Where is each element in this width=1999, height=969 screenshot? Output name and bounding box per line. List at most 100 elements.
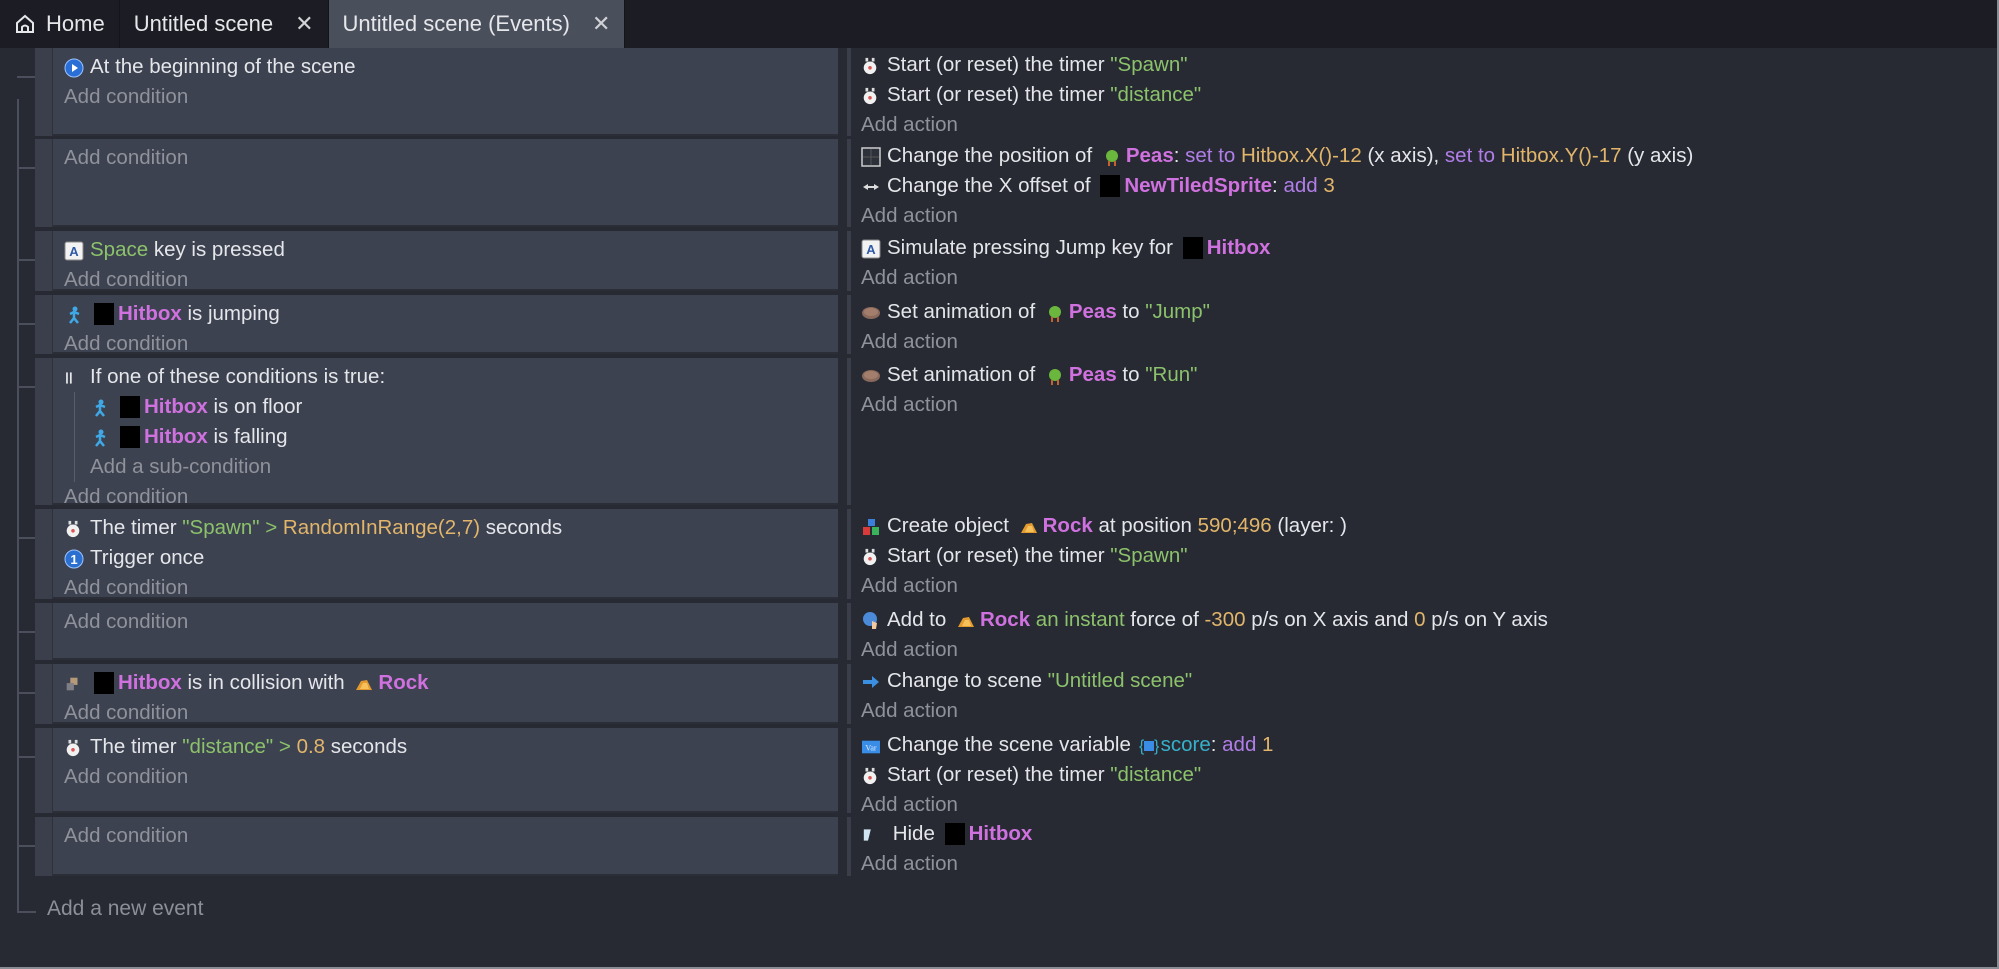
object-name[interactable]: Peas bbox=[1126, 141, 1174, 171]
action[interactable]: Var Change the scene variable {} score: ad… bbox=[851, 730, 1995, 760]
add-sub-condition-button[interactable]: Add a sub-condition bbox=[90, 452, 838, 482]
object-name[interactable]: Rock bbox=[378, 668, 428, 698]
tab-untitled-scene-events[interactable]: Untitled scene (Events) ✕ bbox=[328, 0, 626, 48]
event-drag-handle[interactable] bbox=[35, 231, 53, 291]
event-drag-handle[interactable] bbox=[35, 509, 53, 599]
close-icon[interactable]: ✕ bbox=[295, 11, 313, 37]
event-drag-handle[interactable] bbox=[35, 728, 53, 813]
event-row[interactable]: If one of these conditions is true: Hitbo… bbox=[35, 358, 1995, 508]
tab-home[interactable]: Home bbox=[0, 0, 120, 48]
action[interactable]: Create object Rock at position 590;496 (… bbox=[851, 511, 1995, 541]
condition[interactable]: 1 Trigger once bbox=[64, 543, 838, 573]
event-drag-handle[interactable] bbox=[35, 295, 53, 354]
event-row[interactable]: At the beginning of the scene Add conditi… bbox=[35, 48, 1995, 136]
event-drag-handle[interactable] bbox=[35, 139, 53, 227]
action[interactable]: Set animation of Peas to "Jump" bbox=[851, 297, 1995, 327]
parameter-value: 1 bbox=[1262, 733, 1274, 756]
object-name[interactable]: Hitbox bbox=[144, 392, 208, 422]
tree-branch bbox=[17, 167, 36, 169]
action[interactable]: A Simulate pressing Jump key for Hitbox bbox=[851, 233, 1995, 263]
conditions-column: Hitbox is in collision with Rock Add cond… bbox=[53, 664, 838, 724]
condition[interactable]: A Space key is pressed bbox=[64, 235, 838, 265]
add-action-button[interactable]: Add action bbox=[851, 849, 1995, 879]
instruction-text: at position bbox=[1092, 514, 1198, 537]
event-drag-handle[interactable] bbox=[35, 664, 53, 724]
instruction-text: Start (or reset) the timer bbox=[887, 83, 1111, 106]
action[interactable]: Set animation of Peas to "Run" bbox=[851, 360, 1995, 390]
add-action-button[interactable]: Add action bbox=[851, 696, 1995, 726]
add-condition-button[interactable]: Add condition bbox=[64, 573, 838, 603]
add-condition-button[interactable]: Add condition bbox=[64, 821, 838, 851]
condition[interactable]: The timer "Spawn" > RandomInRange(2,7) s… bbox=[64, 513, 838, 543]
event-row[interactable]: Add condition Change the position of Peas… bbox=[35, 139, 1995, 227]
add-action-button[interactable]: Add action bbox=[851, 201, 1995, 231]
object-name[interactable]: Hitbox bbox=[118, 668, 182, 698]
add-condition-button[interactable]: Add condition bbox=[64, 762, 838, 792]
condition[interactable]: At the beginning of the scene bbox=[64, 52, 838, 82]
action[interactable]: Change the position of Peas: set to Hitb… bbox=[851, 141, 1995, 171]
object-name[interactable]: NewTiledSprite bbox=[1124, 171, 1272, 201]
instruction-text: force of bbox=[1124, 608, 1205, 631]
sub-condition[interactable]: Hitbox is on floor bbox=[90, 392, 838, 422]
object-name[interactable]: Hitbox bbox=[969, 819, 1033, 849]
condition[interactable]: Hitbox is in collision with Rock bbox=[64, 668, 838, 698]
event-row[interactable]: Add condition Add to Rock an instant forc… bbox=[35, 603, 1995, 661]
event-drag-handle[interactable] bbox=[35, 48, 53, 136]
add-condition-button[interactable]: Add condition bbox=[64, 698, 838, 728]
event-row[interactable]: The timer "distance" > 0.8 seconds Add co… bbox=[35, 728, 1995, 816]
add-action-button[interactable]: Add action bbox=[851, 110, 1995, 140]
add-action-button[interactable]: Add action bbox=[851, 390, 1995, 420]
event-drag-handle[interactable] bbox=[35, 817, 53, 876]
action[interactable]: Start (or reset) the timer "Spawn" bbox=[851, 541, 1995, 571]
condition[interactable]: The timer "distance" > 0.8 seconds bbox=[64, 732, 838, 762]
add-action-button[interactable]: Add action bbox=[851, 327, 1995, 357]
object-name[interactable]: Hitbox bbox=[118, 299, 182, 329]
add-condition-button[interactable]: Add condition bbox=[64, 607, 838, 637]
event-row[interactable]: A Space key is pressed Add condition A Simul… bbox=[35, 231, 1995, 291]
event-row[interactable]: The timer "Spawn" > RandomInRange(2,7) s… bbox=[35, 509, 1995, 599]
add-condition-button[interactable]: Add condition bbox=[64, 143, 838, 173]
action[interactable]: Start (or reset) the timer "Spawn" bbox=[851, 50, 1995, 80]
actions-column: Change the position of Peas: set to Hitb… bbox=[847, 139, 1995, 227]
tree-branch bbox=[17, 756, 36, 758]
action[interactable]: Change the X offset of NewTiledSprite: a… bbox=[851, 171, 1995, 201]
action[interactable]: Add to Rock an instant force of -300 p/s… bbox=[851, 605, 1995, 635]
conditions-column: Add condition bbox=[53, 817, 838, 876]
action[interactable]: Start (or reset) the timer "distance" bbox=[851, 760, 1995, 790]
add-condition-button[interactable]: Add condition bbox=[64, 482, 838, 512]
object-name[interactable]: Rock bbox=[980, 605, 1030, 635]
condition[interactable]: Hitbox is jumping bbox=[64, 299, 838, 329]
add-condition-button[interactable]: Add condition bbox=[64, 82, 838, 112]
event-row[interactable]: Hitbox is in collision with Rock Add cond… bbox=[35, 664, 1995, 724]
instruction-text: seconds bbox=[325, 735, 408, 758]
add-action-button[interactable]: Add action bbox=[851, 635, 1995, 665]
action[interactable]: Hide Hitbox bbox=[851, 819, 1995, 849]
conditions-column: The timer "Spawn" > RandomInRange(2,7) s… bbox=[53, 509, 838, 599]
event-drag-handle[interactable] bbox=[35, 603, 53, 660]
event-row[interactable]: Add condition Hide Hitbox Add action bbox=[35, 817, 1995, 876]
add-action-button[interactable]: Add action bbox=[851, 571, 1995, 601]
add-condition-button[interactable]: Add condition bbox=[64, 329, 838, 359]
add-action-button[interactable]: Add action bbox=[851, 790, 1995, 820]
event-row[interactable]: Hitbox is jumping Add condition Set animat… bbox=[35, 295, 1995, 357]
add-new-event-button[interactable]: Add a new event bbox=[47, 897, 203, 921]
tab-untitled-scene[interactable]: Untitled scene ✕ bbox=[120, 0, 329, 48]
action[interactable]: Change to scene "Untitled scene" bbox=[851, 666, 1995, 696]
object-thumbnail-icon bbox=[1182, 237, 1203, 259]
action[interactable]: Start (or reset) the timer "distance" bbox=[851, 80, 1995, 110]
scene-variable-icon: {} bbox=[1139, 735, 1160, 755]
close-icon[interactable]: ✕ bbox=[592, 11, 610, 37]
add-action-button[interactable]: Add action bbox=[851, 263, 1995, 293]
parameter-value: Space bbox=[90, 238, 149, 261]
object-name[interactable]: Peas bbox=[1069, 360, 1117, 390]
sub-condition[interactable]: Hitbox is falling bbox=[90, 422, 838, 452]
event-drag-handle[interactable] bbox=[35, 358, 53, 505]
add-condition-button[interactable]: Add condition bbox=[64, 265, 838, 295]
object-name[interactable]: Peas bbox=[1069, 297, 1117, 327]
object-name[interactable]: Rock bbox=[1043, 511, 1093, 541]
instruction-text: to bbox=[1116, 363, 1146, 386]
object-name[interactable]: Hitbox bbox=[144, 422, 208, 452]
object-name[interactable]: Hitbox bbox=[1207, 233, 1271, 263]
condition[interactable]: If one of these conditions is true: bbox=[64, 362, 838, 392]
conditions-column: The timer "distance" > 0.8 seconds Add co… bbox=[53, 728, 838, 813]
